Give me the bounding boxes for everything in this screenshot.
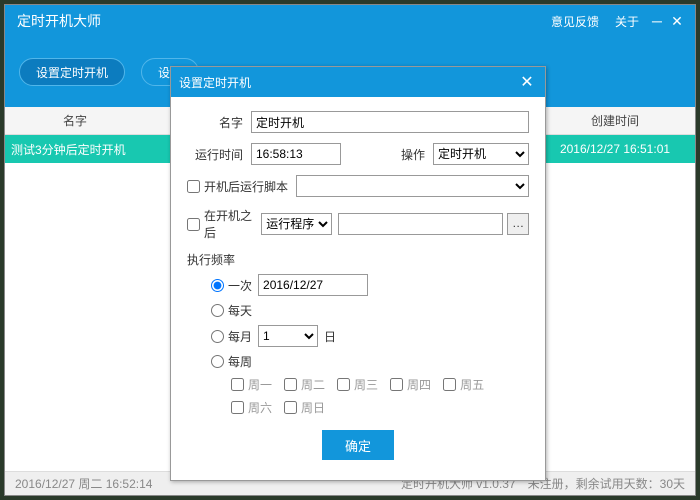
cell-created: 2016/12/27 16:51:01 [535,142,695,156]
label-operation: 操作 [401,146,425,163]
weekday-checkbox[interactable]: 周一 [231,376,272,393]
weekday-checkbox[interactable]: 周五 [443,376,484,393]
weekday-checkbox[interactable]: 周日 [284,399,325,416]
col-created: 创建时间 [535,112,695,129]
settings-dialog: 设置定时开机 ✕ 名字 运行时间 操作 定时开机 开机后运行脚本 在开机之后 运… [170,66,546,481]
once-date-input[interactable] [258,274,368,296]
name-input[interactable] [251,111,529,133]
app-title: 定时开机大师 [13,11,543,31]
label-after: 在开机之后 [204,207,253,241]
frequency-group: 一次 每天 每月 1 日 每周 周一周二周三周四周五周六周日 [211,274,529,416]
status-license: 未注册，剩余试用天数：30天 [528,475,685,492]
weekday-checkbox[interactable]: 周四 [390,376,431,393]
script-checkbox[interactable] [187,180,200,193]
close-icon[interactable]: ✕ [667,13,687,30]
after-mode-select[interactable]: 运行程序 [261,213,332,235]
label-frequency: 执行频率 [187,251,235,268]
freq-once-radio[interactable]: 一次 [211,277,252,294]
dialog-close-icon[interactable]: ✕ [517,72,537,92]
titlebar: 定时开机大师 意见反馈 关于 ─ ✕ [5,5,695,37]
monthly-day-select[interactable]: 1 [258,325,318,347]
after-checkbox[interactable] [187,218,200,231]
weekday-checkbox[interactable]: 周六 [231,399,272,416]
runtime-input[interactable] [251,143,341,165]
freq-monthly-radio[interactable]: 每月 [211,328,252,345]
ok-button[interactable]: 确定 [322,430,394,460]
browse-button[interactable]: … [507,213,529,235]
set-schedule-button[interactable]: 设置定时开机 [19,58,125,86]
operation-select[interactable]: 定时开机 [433,143,529,165]
feedback-link[interactable]: 意见反馈 [551,13,599,30]
minimize-icon[interactable]: ─ [647,13,667,29]
weekday-checkbox[interactable]: 周二 [284,376,325,393]
freq-weekly-radio[interactable]: 每周 [211,353,252,370]
dialog-titlebar: 设置定时开机 ✕ [171,67,545,97]
script-select[interactable] [296,175,529,197]
weekday-checkbox[interactable]: 周三 [337,376,378,393]
cell-name: 测试3分钟后定时开机 [5,141,161,158]
freq-daily-radio[interactable]: 每天 [211,302,252,319]
dialog-title: 设置定时开机 [179,74,251,91]
label-script: 开机后运行脚本 [204,178,288,195]
label-name: 名字 [187,114,243,131]
col-name: 名字 [5,112,145,129]
weekday-group: 周一周二周三周四周五周六周日 [231,376,529,416]
label-day-suffix: 日 [324,328,336,345]
after-path-input[interactable] [338,213,503,235]
status-datetime: 2016/12/27 周二 16:52:14 [15,475,152,492]
about-link[interactable]: 关于 [615,13,639,30]
label-runtime: 运行时间 [187,146,243,163]
